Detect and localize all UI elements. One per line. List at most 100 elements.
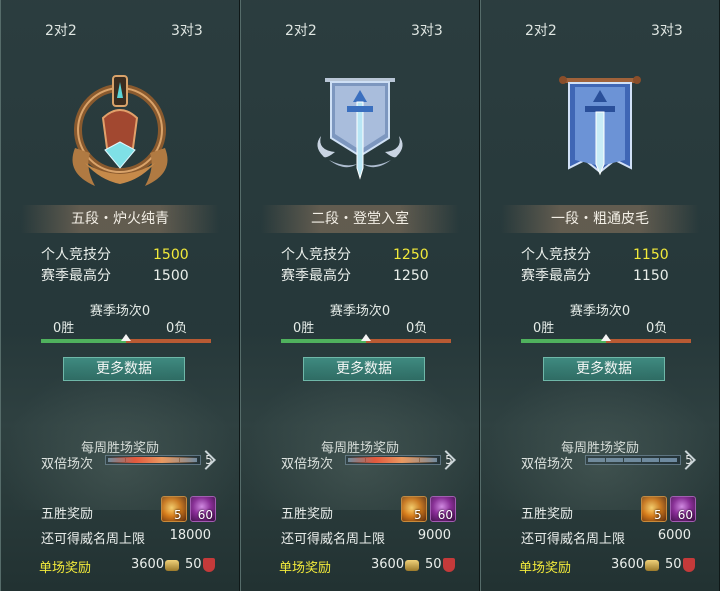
mode-tabs: 2对2 3对3 (1, 20, 239, 42)
tab-3v3[interactable]: 3对3 (411, 20, 443, 40)
weekly-cap-value: 18000 (169, 528, 211, 543)
personal-score-value: 1250 (393, 247, 429, 263)
rank-panel-2: 2对2 3对3 二段・登堂入室 个人竞技分 1250 赛季最高分 1250 赛季… (240, 0, 480, 591)
reward-gem-icon[interactable]: 60 (430, 496, 456, 522)
ratio-marker-icon (121, 334, 131, 341)
season-matches: 赛季场次0 (569, 304, 631, 319)
badge-icon (203, 558, 215, 572)
rank-panel-3: 2对2 3对3 一段・粗通皮毛 个人竞技分 1150 赛季最高分 1150 赛季… (480, 0, 720, 591)
tab-3v3[interactable]: 3对3 (171, 20, 203, 40)
personal-score-label: 个人竞技分 (521, 247, 591, 263)
coin-icon (645, 560, 659, 571)
season-matches: 赛季场次0 (89, 304, 151, 319)
season-best-value: 1250 (393, 268, 429, 284)
reward-chest-count: 5 (414, 508, 422, 522)
weekly-cap-label: 还可得威名周上限 (41, 532, 146, 547)
double-matches-bar (585, 455, 681, 465)
arena-rank-panels: 2对2 3对3 五段・炉火纯青 个人竞技分 1500 赛季最高分 1500 赛季… (0, 0, 720, 591)
reward-gem-count: 60 (197, 508, 213, 522)
rank-title: 一段・粗通皮毛 (501, 205, 699, 233)
season-matches: 赛季场次0 (329, 304, 391, 319)
rank-emblem-icon (317, 78, 403, 180)
rank-emblem-icon (559, 76, 641, 176)
rank-panel-1: 2对2 3对3 五段・炉火纯青 个人竞技分 1500 赛季最高分 1500 赛季… (0, 0, 240, 591)
fire-effect (348, 457, 438, 463)
badge-icon (443, 558, 455, 572)
bar-segment (606, 458, 623, 462)
personal-score-label: 个人竞技分 (281, 247, 351, 263)
losses-count: 0负 (166, 321, 188, 336)
personal-score-label: 个人竞技分 (41, 247, 111, 263)
bar-segment (588, 458, 605, 462)
mode-tabs: 2对2 3对3 (481, 20, 719, 42)
more-data-button[interactable]: 更多数据 (543, 357, 665, 381)
single-badge-value: 50 (185, 557, 202, 572)
tab-2v2[interactable]: 2对2 (525, 20, 557, 40)
weekly-cap-value: 9000 (417, 528, 451, 543)
reward-chest-count: 5 (654, 508, 662, 522)
losses-count: 0负 (406, 321, 428, 336)
single-badge-value: 50 (425, 557, 442, 572)
win-fill (41, 339, 126, 343)
single-match-reward-label: 单场奖励 (279, 561, 332, 576)
five-win-reward-label: 五胜奖励 (521, 507, 574, 522)
bar-segment (642, 458, 659, 462)
ratio-marker-icon (601, 334, 611, 341)
double-matches-count: 5 (681, 452, 697, 468)
season-best-label: 赛季最高分 (41, 268, 111, 284)
five-win-reward-label: 五胜奖励 (281, 507, 334, 522)
bar-segment (624, 458, 641, 462)
single-match-reward-label: 单场奖励 (39, 561, 92, 576)
five-win-reward-label: 五胜奖励 (41, 507, 94, 522)
reward-gem-count: 60 (677, 508, 693, 522)
weekly-cap-label: 还可得威名周上限 (281, 532, 386, 547)
single-coin-value: 3600 (611, 557, 645, 572)
weekly-cap-value: 6000 (657, 528, 691, 543)
rank-title: 五段・炉火纯青 (21, 205, 219, 233)
wins-count: 0胜 (533, 321, 555, 336)
more-data-button[interactable]: 更多数据 (63, 357, 185, 381)
wins-count: 0胜 (293, 321, 315, 336)
coin-icon (165, 560, 179, 571)
losses-count: 0负 (646, 321, 668, 336)
reward-chest-icon[interactable]: 5 (401, 496, 427, 522)
reward-chest-icon[interactable]: 5 (161, 496, 187, 522)
personal-score-value: 1500 (153, 247, 189, 263)
rank-title: 二段・登堂入室 (261, 205, 459, 233)
badge-icon (683, 558, 695, 572)
weekly-cap-label: 还可得威名周上限 (521, 532, 626, 547)
win-fill (521, 339, 606, 343)
double-matches-count: 5 (441, 452, 457, 468)
fire-effect (108, 457, 198, 463)
single-coin-value: 3600 (131, 557, 165, 572)
reward-chest-count: 5 (174, 508, 182, 522)
wins-count: 0胜 (53, 321, 75, 336)
double-matches-count: 5 (201, 452, 217, 468)
reward-gem-icon[interactable]: 60 (190, 496, 216, 522)
more-data-button[interactable]: 更多数据 (303, 357, 425, 381)
double-matches-label: 双倍场次 (281, 457, 334, 472)
coin-icon (405, 560, 419, 571)
ratio-marker-icon (361, 334, 371, 341)
season-best-label: 赛季最高分 (521, 268, 591, 284)
season-best-label: 赛季最高分 (281, 268, 351, 284)
single-match-reward-label: 单场奖励 (519, 561, 572, 576)
reward-chest-icon[interactable]: 5 (641, 496, 667, 522)
mode-tabs: 2对2 3对3 (241, 20, 479, 42)
double-matches-label: 双倍场次 (41, 457, 94, 472)
double-matches-label: 双倍场次 (521, 457, 574, 472)
double-matches-bar (105, 455, 201, 465)
win-fill (281, 339, 366, 343)
double-matches-bar (345, 455, 441, 465)
tab-2v2[interactable]: 2对2 (285, 20, 317, 40)
single-coin-value: 3600 (371, 557, 405, 572)
season-best-value: 1500 (153, 268, 189, 284)
season-best-value: 1150 (633, 268, 669, 284)
tab-2v2[interactable]: 2对2 (45, 20, 77, 40)
single-badge-value: 50 (665, 557, 682, 572)
bar-segment (660, 458, 677, 462)
tab-3v3[interactable]: 3对3 (651, 20, 683, 40)
reward-gem-icon[interactable]: 60 (670, 496, 696, 522)
personal-score-value: 1150 (633, 247, 669, 263)
reward-gem-count: 60 (437, 508, 453, 522)
